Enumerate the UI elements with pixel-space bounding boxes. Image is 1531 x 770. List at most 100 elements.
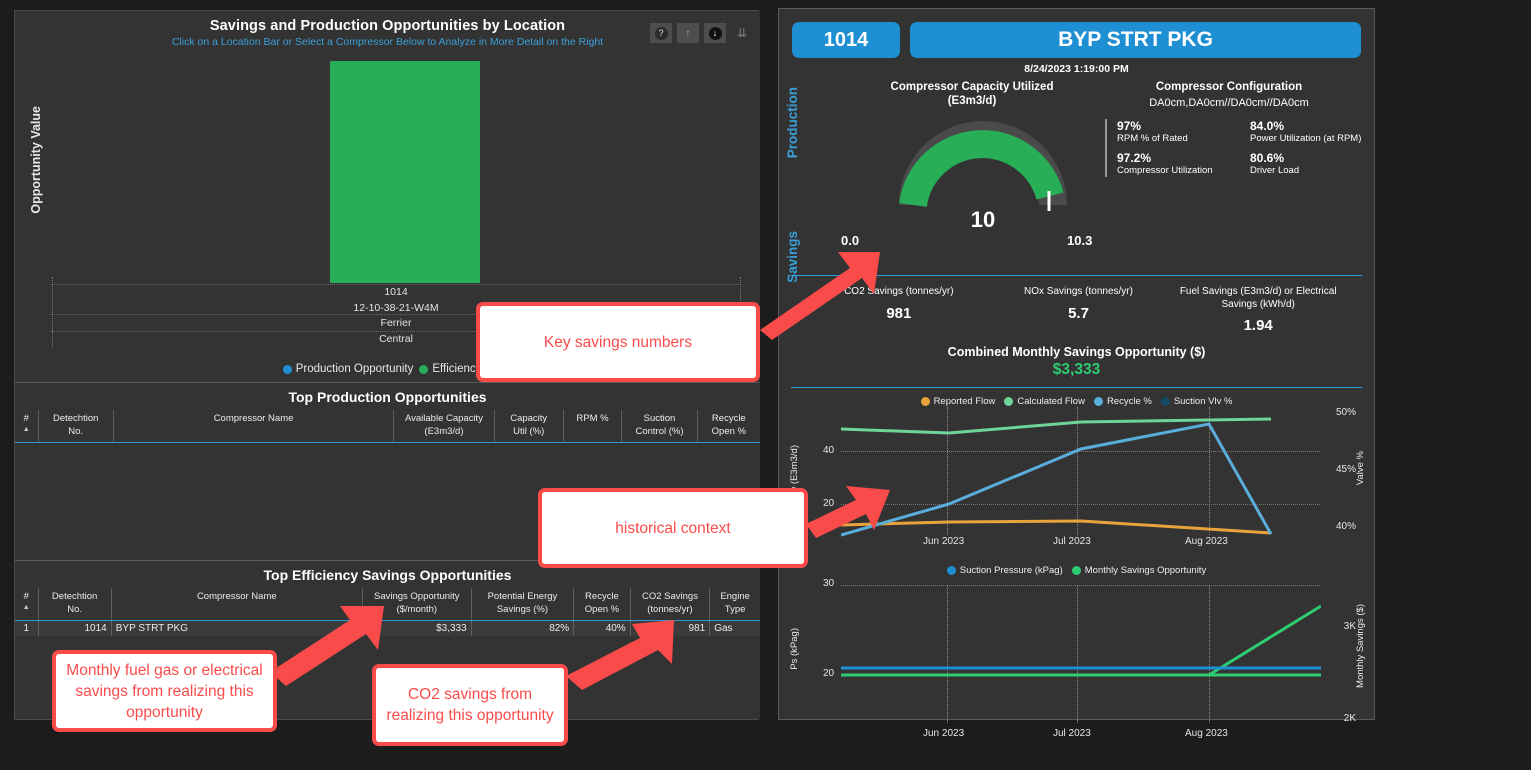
col-recycle-open[interactable]: Recycle Open %	[573, 588, 631, 621]
section-divider	[791, 387, 1362, 388]
legend-dot-icon	[1160, 397, 1170, 406]
col-compressor-name[interactable]: Compressor Name	[111, 588, 363, 621]
legend-item-production-opportunity[interactable]: Production Opportunity	[282, 363, 414, 375]
compressor-configuration: Compressor Configuration DA0cm,DA0cm//DA…	[1089, 81, 1369, 177]
double-arrow-down-icon[interactable]: ⇊	[731, 23, 753, 43]
chart2-y2tick: 2K	[1343, 713, 1356, 724]
reading-timestamp: 8/24/2023 1:19:00 PM	[1024, 63, 1129, 75]
cell-co2-savings: 981	[630, 620, 711, 636]
cell-compressor-name: BYP STRT PKG	[111, 620, 363, 636]
legend-item-suction-pressure[interactable]: Suction Pressure (kPag)	[946, 565, 1063, 576]
bar-efficiency-savings[interactable]	[330, 61, 480, 283]
chart1-xtick: Jul 2023	[1053, 536, 1091, 547]
col-index[interactable]: # ▲	[15, 410, 39, 443]
chart2-y2tick: 3K	[1343, 621, 1356, 632]
callout-monthly-savings: Monthly fuel gas or electrical savings f…	[52, 650, 277, 732]
chart2-ytick: 20	[823, 668, 835, 679]
callout-co2-savings: CO2 savings from realizing this opportun…	[372, 664, 568, 746]
chart1-y2tick: 45%	[1335, 464, 1356, 475]
chart1-y2tick: 50%	[1335, 407, 1356, 418]
production-opportunities-table: # ▲ Detechtion No. Compressor Name Avail…	[15, 410, 760, 443]
metric-rpm-of-rated: 97% RPM % of Rated	[1117, 119, 1188, 144]
col-engine-type[interactable]: Engine Type	[709, 588, 760, 621]
legend-item-reported-flow[interactable]: Reported Flow	[920, 396, 995, 407]
cell-index: 1	[15, 620, 39, 636]
gauge-value: 10	[970, 207, 996, 232]
legend-dot-icon	[1093, 397, 1103, 406]
legend-dot-icon	[946, 566, 956, 575]
chart2-plot	[841, 604, 1321, 677]
chart1-y2tick: 40%	[1335, 521, 1356, 532]
cell-recycle-open: 40%	[573, 620, 631, 636]
gauge-svg	[899, 121, 1067, 211]
production-section: Compressor Capacity Utilized (E3m3/d) 10…	[779, 81, 1374, 248]
help-icon[interactable]: ?	[650, 23, 672, 43]
gauge-max-label: 10.3	[1067, 233, 1093, 248]
callout-key-savings-numbers: Key savings numbers	[476, 302, 760, 382]
legend-item-calculated-flow[interactable]: Calculated Flow	[1004, 396, 1085, 407]
chart2-xtick: Jul 2023	[1053, 728, 1091, 739]
table-row[interactable]: 1 1014 BYP STRT PKG $3,333 82% 40% 981 Gas	[15, 620, 760, 636]
legend-dot-icon	[419, 364, 429, 374]
callout-historical-context: historical context	[538, 488, 808, 568]
dashboard-root: Savings and Production Opportunities by …	[0, 0, 1531, 770]
savings-nox: NOx Savings (tonnes/yr) 5.7	[1024, 286, 1133, 322]
legend-item-suction-vlv-pct[interactable]: Suction Vlv %	[1160, 396, 1232, 407]
combined-savings-label: Combined Monthly Savings Opportunity ($)	[947, 345, 1206, 359]
chart2-y2-axis-label: Monthly Savings ($)	[1355, 604, 1366, 688]
chart1-y2-axis-label: Valve %	[1355, 451, 1366, 486]
legend-item-monthly-savings[interactable]: Monthly Savings Opportunity	[1071, 565, 1206, 576]
col-suction-control[interactable]: Suction Control (%)	[621, 410, 698, 443]
combined-savings-value: $3,333	[1052, 361, 1101, 378]
gauge-title: Compressor Capacity Utilized (E3m3/d)	[890, 81, 1054, 107]
table-header-row: # ▲ Detechtion No. Compressor Name Savin…	[15, 588, 760, 621]
chart2-xtick: Aug 2023	[1185, 728, 1228, 739]
col-detechtion-no[interactable]: Detechtion No.	[38, 588, 112, 621]
sort-asc-icon: ▲	[22, 425, 30, 433]
chart1-plot	[841, 417, 1273, 537]
legend-dot-icon	[920, 397, 930, 406]
col-recycle-open[interactable]: Recycle Open %	[697, 410, 760, 443]
capacity-gauge	[899, 115, 1067, 211]
cell-potential-energy-savings: 82%	[471, 620, 575, 636]
category-label-location: 1014	[384, 286, 408, 298]
bar-chart-plot-area	[51, 53, 741, 283]
col-rpm-pct[interactable]: RPM %	[563, 410, 623, 443]
legend-dot-icon	[282, 364, 292, 374]
legend-dot-icon	[1071, 566, 1081, 575]
flow-chart-legend: Reported Flow Calculated Flow Recycle % …	[779, 396, 1374, 407]
arrow-down-filled-icon[interactable]: ↓	[704, 23, 726, 43]
metric-driver-load: 80.6% Driver Load	[1250, 151, 1300, 176]
sort-asc-icon: ▲	[22, 603, 30, 611]
compressor-id-pill[interactable]: 1014	[792, 22, 900, 58]
savings-metrics: CO2 Savings (tonnes/yr) 981 NOx Savings …	[779, 286, 1374, 334]
chart1-xtick: Aug 2023	[1185, 536, 1228, 547]
col-index[interactable]: # ▲	[15, 588, 39, 621]
col-compressor-name[interactable]: Compressor Name	[113, 410, 395, 443]
metric-power-utilization: 84.0% Power Utilization (at RPM)	[1250, 119, 1362, 144]
section-divider	[791, 275, 1362, 276]
chart-toolbar: ? ↑ ↓ ⇊	[650, 23, 753, 43]
chart2-ytick: 30	[823, 578, 835, 589]
chart1-ytick: 40	[823, 445, 835, 456]
col-detechtion-no[interactable]: Detechtion No.	[38, 410, 114, 443]
legend-dot-icon	[1004, 397, 1014, 406]
cell-engine-type: Gas	[709, 620, 760, 636]
chart2-y-axis-label: Ps (kPag)	[789, 628, 800, 670]
col-capacity-util[interactable]: Capacity Util (%)	[494, 410, 564, 443]
configuration-value: DA0cm,DA0cm//DA0cm//DA0cm	[1149, 97, 1309, 109]
chart1-ytick: 20	[823, 498, 835, 509]
efficiency-table-body: 1 1014 BYP STRT PKG $3,333 82% 40% 981 Gas	[15, 620, 760, 636]
cell-savings-opportunity: $3,333	[362, 620, 472, 636]
chart2-xtick: Jun 2023	[923, 728, 965, 739]
arrow-up-icon[interactable]: ↑	[677, 23, 699, 43]
col-savings-opportunity[interactable]: Savings Opportunity ($/month)	[362, 588, 472, 621]
legend-label: Production Opportunity	[295, 363, 414, 375]
cell-detechtion-no: 1014	[38, 620, 112, 636]
compressor-name-pill[interactable]: BYP STRT PKG	[910, 22, 1361, 58]
legend-item-recycle-pct[interactable]: Recycle %	[1093, 396, 1152, 407]
col-potential-energy-savings[interactable]: Potential Energy Savings (%)	[471, 588, 575, 621]
col-available-capacity[interactable]: Available Capacity (E3m3/d)	[393, 410, 495, 443]
savings-fuel-electrical: Fuel Savings (E3m3/d) or Electrical Savi…	[1179, 286, 1337, 334]
col-co2-savings[interactable]: CO2 Savings (tonnes/yr)	[630, 588, 711, 621]
